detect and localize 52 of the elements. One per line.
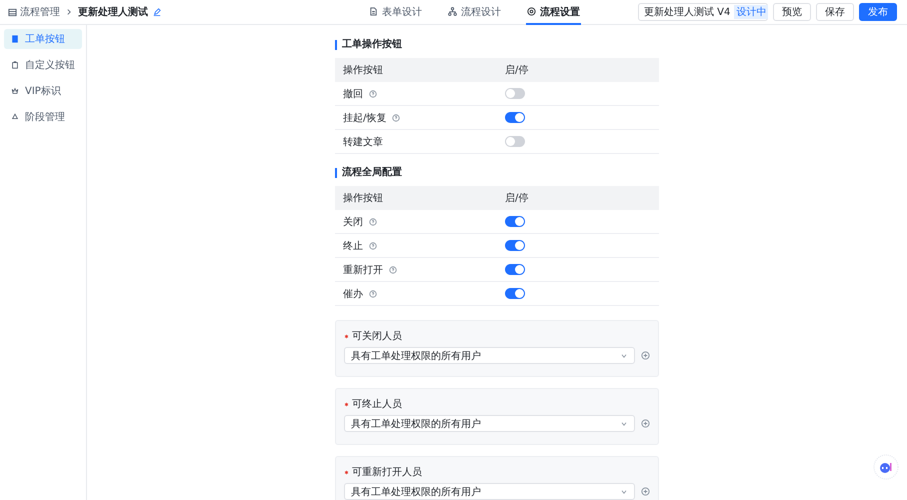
- page-title: 更新处理人测试: [78, 5, 148, 19]
- document-icon: [369, 7, 378, 16]
- toggle-switch[interactable]: [505, 240, 525, 251]
- toggle-switch[interactable]: [505, 112, 525, 123]
- row-label: 挂起/恢复: [343, 112, 386, 124]
- section-title: 工单操作按钮: [335, 40, 659, 50]
- row-label: 转建文章: [343, 136, 383, 148]
- row-label: 重新打开: [343, 264, 383, 276]
- field-label: 可重新打开人员: [352, 466, 422, 479]
- select-field[interactable]: 具有工单处理权限的所有用户: [344, 483, 635, 500]
- chevron-down-icon: [620, 488, 628, 496]
- field-label: 可终止人员: [352, 398, 402, 411]
- table-header: 操作按钮 启/停: [335, 58, 659, 82]
- status-tag: 设计中: [734, 5, 768, 19]
- grid-icon: [8, 8, 17, 16]
- crown-icon: [11, 87, 19, 95]
- toggle-switch[interactable]: [505, 88, 525, 99]
- field-label: 可关闭人员: [352, 330, 402, 343]
- row-label: 催办: [343, 288, 363, 300]
- hierarchy-icon: [448, 7, 457, 16]
- tab[interactable]: 表单设计: [368, 0, 423, 25]
- breadcrumb-link[interactable]: 流程管理: [8, 5, 60, 19]
- table-header: 操作按钮 启/停: [335, 186, 659, 210]
- chevron-icon: [65, 8, 73, 16]
- sidebar-item[interactable]: 阶段管理: [4, 107, 82, 127]
- row-label: 终止: [343, 240, 363, 252]
- chevron-down-icon: [620, 420, 628, 428]
- publish-button[interactable]: 发布: [859, 3, 897, 21]
- row-label: 撤回: [343, 88, 363, 100]
- add-circle-icon[interactable]: [641, 487, 650, 496]
- toggle-switch[interactable]: [505, 288, 525, 299]
- toggle-switch[interactable]: [505, 136, 525, 147]
- add-circle-icon[interactable]: [641, 419, 650, 428]
- sidebar-item[interactable]: 工单按钮: [4, 29, 82, 49]
- sidebar-item[interactable]: 自定义按钮: [4, 55, 82, 75]
- action-button[interactable]: 保存: [816, 3, 854, 21]
- document-icon: [11, 35, 19, 43]
- assistant-icon[interactable]: [873, 454, 899, 480]
- tab[interactable]: 流程设计: [447, 0, 502, 25]
- action-button[interactable]: 预览: [773, 3, 811, 21]
- select-field[interactable]: 具有工单处理权限的所有用户: [344, 347, 635, 364]
- add-circle-icon[interactable]: [641, 351, 650, 360]
- chevron-down-icon: [620, 352, 628, 360]
- tab[interactable]: 流程设置: [526, 0, 581, 25]
- section-title: 流程全局配置: [335, 168, 659, 178]
- toggle-switch[interactable]: [505, 264, 525, 275]
- sidebar-item[interactable]: VIP标识: [4, 81, 82, 101]
- toggle-switch[interactable]: [505, 216, 525, 227]
- row-label: 关闭: [343, 216, 363, 228]
- select-field[interactable]: 具有工单处理权限的所有用户: [344, 415, 635, 432]
- edit-icon[interactable]: [153, 8, 161, 16]
- settings-icon: [527, 7, 536, 16]
